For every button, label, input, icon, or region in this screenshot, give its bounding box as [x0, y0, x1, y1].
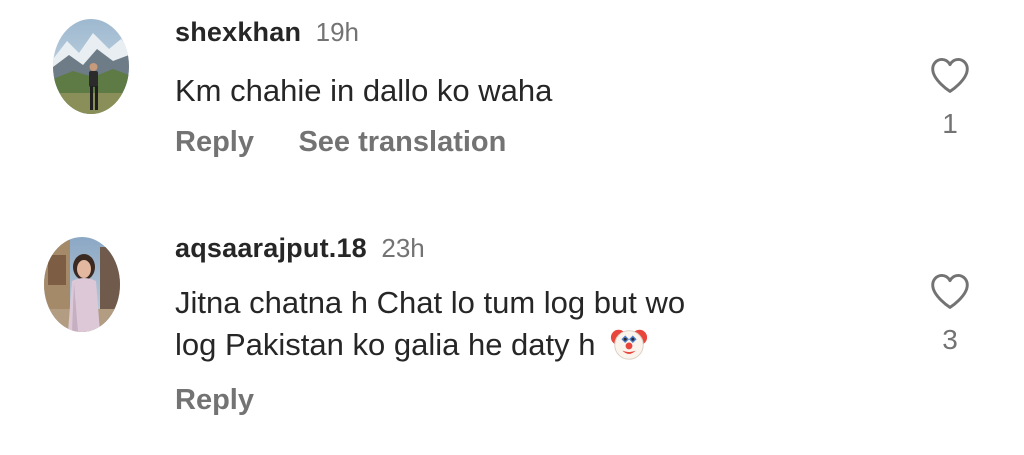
like-count: 3 [942, 324, 958, 355]
like-count: 1 [942, 108, 958, 139]
username[interactable]: aqsaarajput.18 [175, 233, 367, 263]
comment-content: aqsaarajput.18 23h Jitna chatna h Chat l… [175, 232, 685, 417]
like-group: 1 [925, 56, 975, 140]
comment-actions: Reply See translation [175, 126, 552, 159]
username[interactable]: shexkhan [175, 17, 301, 47]
comment-meta: aqsaarajput.18 23h [175, 232, 685, 264]
reply-button[interactable]: Reply [175, 384, 254, 417]
comment-actions: Reply [175, 384, 685, 417]
comment-meta: shexkhan 19h [175, 16, 552, 48]
heart-outline-icon[interactable] [929, 272, 971, 310]
comment-item: shexkhan 19h Km chahie in dallo ko waha … [0, 0, 1024, 200]
comment-item: aqsaarajput.18 23h Jitna chatna h Chat l… [0, 220, 1024, 455]
profile-photo-mountain-icon [53, 19, 129, 114]
profile-photo-girl-icon [44, 237, 120, 332]
comment-text: Km chahie in dallo ko waha [175, 73, 553, 108]
clown-face-emoji-icon [610, 325, 648, 374]
like-group: 3 [925, 272, 975, 356]
comment-content: shexkhan 19h Km chahie in dallo ko waha … [175, 16, 552, 159]
see-translation-button[interactable]: See translation [298, 126, 506, 159]
comment-text: log Pakistan ko galia he daty h [175, 327, 596, 362]
avatar[interactable] [44, 237, 120, 332]
reply-button[interactable]: Reply [175, 126, 254, 159]
timestamp: 23h [381, 233, 425, 263]
comment-text-line: log Pakistan ko galia he daty h [175, 324, 685, 374]
avatar[interactable] [53, 19, 129, 114]
heart-outline-icon[interactable] [929, 56, 971, 94]
comment-text-line: Jitna chatna h Chat lo tum log but wo [175, 285, 686, 320]
timestamp: 19h [315, 17, 360, 47]
